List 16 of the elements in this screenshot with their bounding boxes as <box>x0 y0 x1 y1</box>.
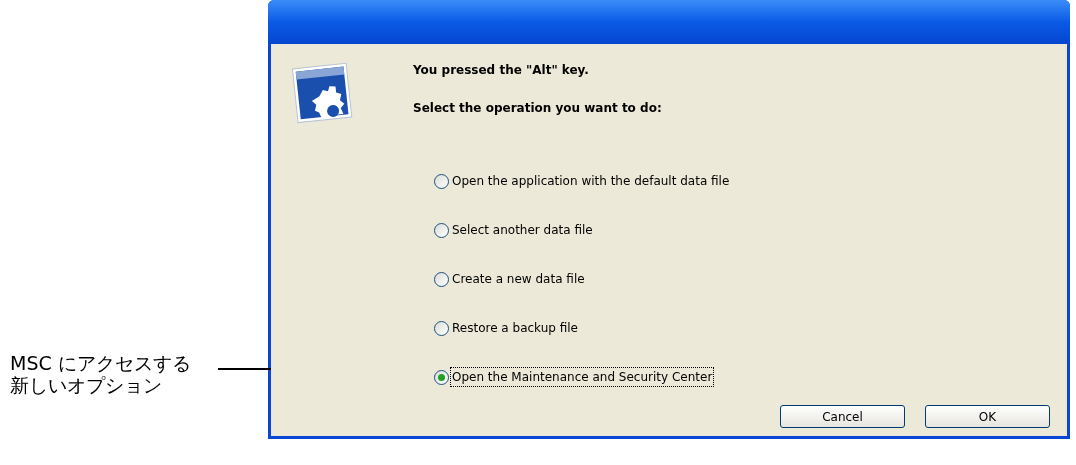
radio-option[interactable]: Create a new data file <box>434 270 1067 288</box>
dialog-button[interactable]: OK <box>925 405 1050 428</box>
radio-option[interactable]: Open the Maintenance and Security Center <box>434 368 1067 386</box>
dialog-button[interactable]: Cancel <box>780 405 905 428</box>
radio-button[interactable] <box>434 369 449 385</box>
radio-button[interactable] <box>434 320 449 336</box>
radio-button[interactable] <box>434 271 449 287</box>
dialog-message: You pressed the "Alt" key. <box>413 62 590 78</box>
radio-option[interactable]: Restore a backup file <box>434 319 1067 337</box>
dialog-message: Select the operation you want to do: <box>413 100 662 116</box>
radio-button[interactable] <box>434 222 449 238</box>
radio-button[interactable] <box>434 173 449 189</box>
radio-option[interactable]: Select another data file <box>434 221 1067 239</box>
callout-text: 新しいオプション <box>10 374 163 396</box>
callout-text: MSC にアクセスする <box>10 352 192 374</box>
radio-option[interactable]: Open the application with the default data file <box>434 172 1067 190</box>
